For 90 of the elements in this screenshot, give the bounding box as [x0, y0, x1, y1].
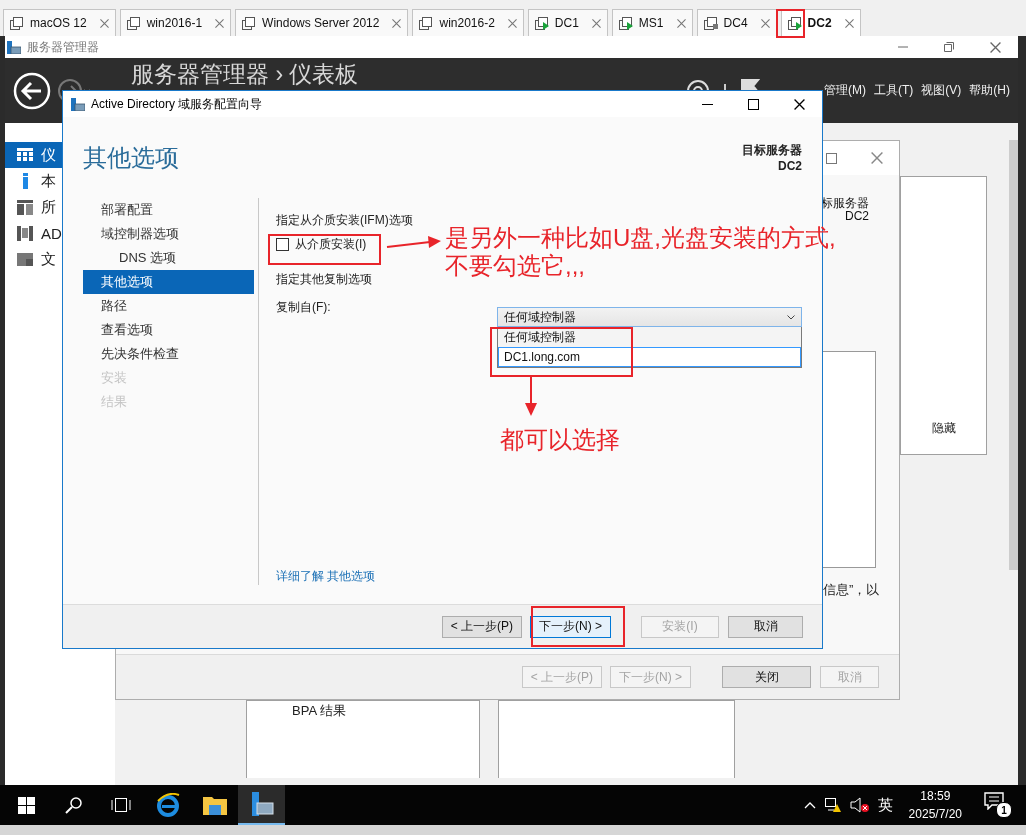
wizard-step[interactable]: 查看选项: [83, 318, 254, 342]
vm-tab[interactable]: win2016-1: [119, 9, 232, 36]
vm-icon: [787, 16, 803, 30]
menu-item[interactable]: 工具(T): [874, 82, 914, 99]
vm-tab[interactable]: Windows Server 2012: [235, 9, 409, 36]
target-server-name: DC2: [845, 210, 869, 223]
close-icon: [760, 18, 770, 28]
wizard-step[interactable]: 域控制器选项: [83, 222, 254, 246]
hide-link[interactable]: 隐藏: [932, 420, 956, 437]
time: 18:59: [920, 788, 951, 805]
field-label: 复制自(F):: [276, 299, 332, 316]
network-warning-icon[interactable]: [823, 797, 842, 813]
dropdown[interactable]: 任何域控制器: [497, 307, 802, 327]
wizard-step[interactable]: 先决条件检查: [83, 342, 254, 366]
back-icon[interactable]: [13, 71, 51, 110]
section-heading: 指定其他复制选项: [276, 271, 372, 288]
menu-item[interactable]: 视图(V): [921, 82, 962, 99]
vm-icon: [10, 16, 25, 30]
wizard-button[interactable]: 下一步(N) >: [530, 615, 611, 638]
blocks-icon: [17, 199, 33, 215]
checkbox[interactable]: [276, 237, 289, 251]
notification-button[interactable]: 1: [984, 792, 1012, 818]
chevron-down-icon: [787, 314, 795, 320]
dropdown-option[interactable]: 任何域控制器: [498, 327, 801, 347]
vm-tab[interactable]: win2016-2: [412, 9, 524, 36]
clock[interactable]: 18:59 2025/7/20: [908, 787, 962, 823]
wizard-step[interactable]: 部署配置: [83, 198, 254, 222]
vm-icon: [126, 16, 142, 30]
arrow-icon: [524, 377, 538, 417]
vm-tab[interactable]: macOS 12: [3, 9, 116, 36]
chevron-up-icon[interactable]: [803, 801, 816, 809]
target-server-name: DC2: [778, 158, 802, 174]
scrollbar[interactable]: [1009, 140, 1018, 570]
vm-icon: [242, 16, 258, 30]
vm-tab[interactable]: MS1: [611, 9, 693, 36]
close-icon: [676, 18, 686, 28]
close-icon: [844, 18, 854, 28]
wizard-step[interactable]: 其他选项: [83, 270, 254, 294]
server-manager-icon: [7, 40, 21, 54]
blocks-icon: [17, 225, 33, 241]
close-icon: [871, 152, 883, 164]
target-server-label: 目标服务器: [742, 142, 802, 158]
server-manager-button[interactable]: [238, 785, 285, 825]
close-icon: [215, 18, 225, 28]
message-icon: [984, 792, 1004, 810]
tile-title: BPA 结果: [292, 703, 346, 718]
close-icon: [392, 18, 402, 28]
vm-icon: [703, 16, 719, 30]
vm-tab[interactable]: DC4: [696, 9, 777, 36]
input-method[interactable]: 英: [877, 795, 893, 815]
wizard-step[interactable]: 路径: [83, 294, 254, 318]
wizard-button[interactable]: < 上一步(P): [441, 615, 522, 638]
vm-icon: [419, 16, 435, 30]
checkbox-label[interactable]: 从介质安装(I): [295, 235, 367, 253]
vm-tab[interactable]: DC2: [780, 9, 861, 36]
arrow-icon: [386, 234, 442, 250]
maximize-icon: [747, 98, 759, 110]
search-icon: [64, 796, 83, 814]
breadcrumb: 服务器管理器 › 仪表板: [131, 60, 359, 88]
dropdown-option[interactable]: DC1.long.com: [498, 347, 801, 367]
dialog-title: Active Directory 域服务配置向导: [91, 95, 263, 113]
description-text: 信息”，以: [823, 581, 880, 599]
wizard-button[interactable]: 取消: [728, 615, 803, 638]
close-icon: [507, 18, 517, 28]
maximize-icon: [825, 152, 837, 164]
task-view-icon: [110, 797, 131, 813]
restore-icon: [944, 42, 954, 52]
windows-logo-icon: [18, 796, 35, 814]
close-icon: [989, 41, 1001, 53]
speaker-muted-icon[interactable]: [849, 797, 870, 813]
close-icon: [99, 18, 109, 28]
highlight-frame: [776, 9, 805, 38]
vm-tab[interactable]: DC1: [527, 9, 608, 36]
vm-icon: [534, 16, 550, 30]
background-wizard-button[interactable]: 关闭: [722, 666, 811, 688]
section-heading: 指定从介质安装(IFM)选项: [276, 212, 413, 229]
grid-icon: [17, 147, 33, 163]
close-icon: [591, 18, 601, 28]
notification-badge: 1: [996, 802, 1012, 818]
annotation-text: 都可以选择: [500, 425, 620, 455]
menu-item[interactable]: 帮助(H): [969, 82, 1010, 99]
folder-icon: [17, 251, 33, 267]
vm-icon: [618, 16, 634, 30]
menu-item[interactable]: 管理(M): [824, 82, 866, 99]
window-title: 服务器管理器: [27, 38, 99, 56]
help-link[interactable]: 详细了解 其他选项: [276, 567, 376, 585]
date: 2025/7/20: [908, 806, 962, 823]
close-icon: [793, 98, 805, 110]
annotation-text: 不要勾选它,,,: [445, 252, 586, 280]
server-manager-icon: [71, 97, 85, 111]
